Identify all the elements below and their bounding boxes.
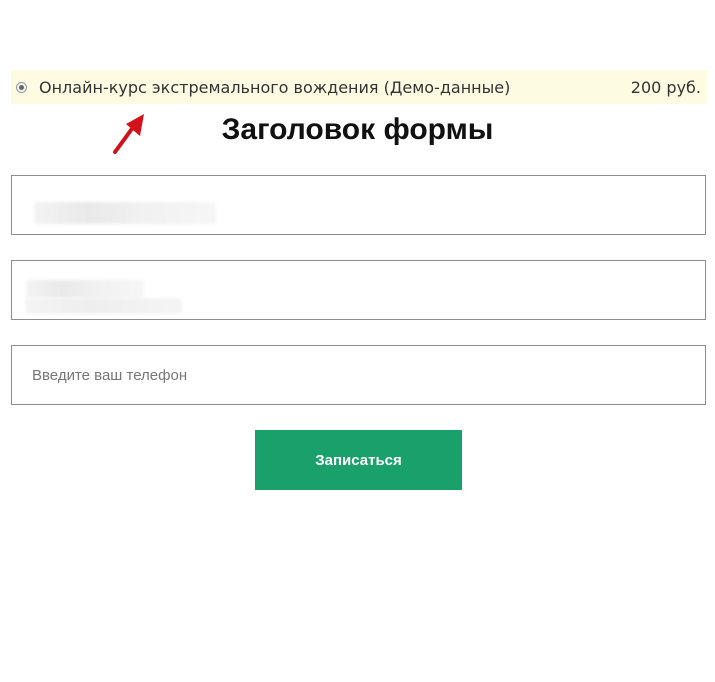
- radio-button[interactable]: [16, 81, 27, 93]
- email-input[interactable]: [12, 261, 705, 319]
- phone-field[interactable]: [11, 345, 706, 405]
- form-title: Заголовок формы: [221, 113, 494, 146]
- product-price: 200 руб.: [630, 77, 701, 97]
- email-field[interactable]: [11, 260, 706, 320]
- radio-selected-dot: [19, 84, 24, 90]
- product-name: Онлайн-курс экстремального вождения (Дем…: [39, 77, 511, 97]
- submit-button[interactable]: Записаться: [255, 430, 462, 490]
- name-field[interactable]: [11, 175, 706, 235]
- name-input[interactable]: [12, 176, 705, 234]
- product-option[interactable]: Онлайн-курс экстремального вождения (Дем…: [11, 70, 707, 104]
- phone-input[interactable]: [12, 346, 705, 404]
